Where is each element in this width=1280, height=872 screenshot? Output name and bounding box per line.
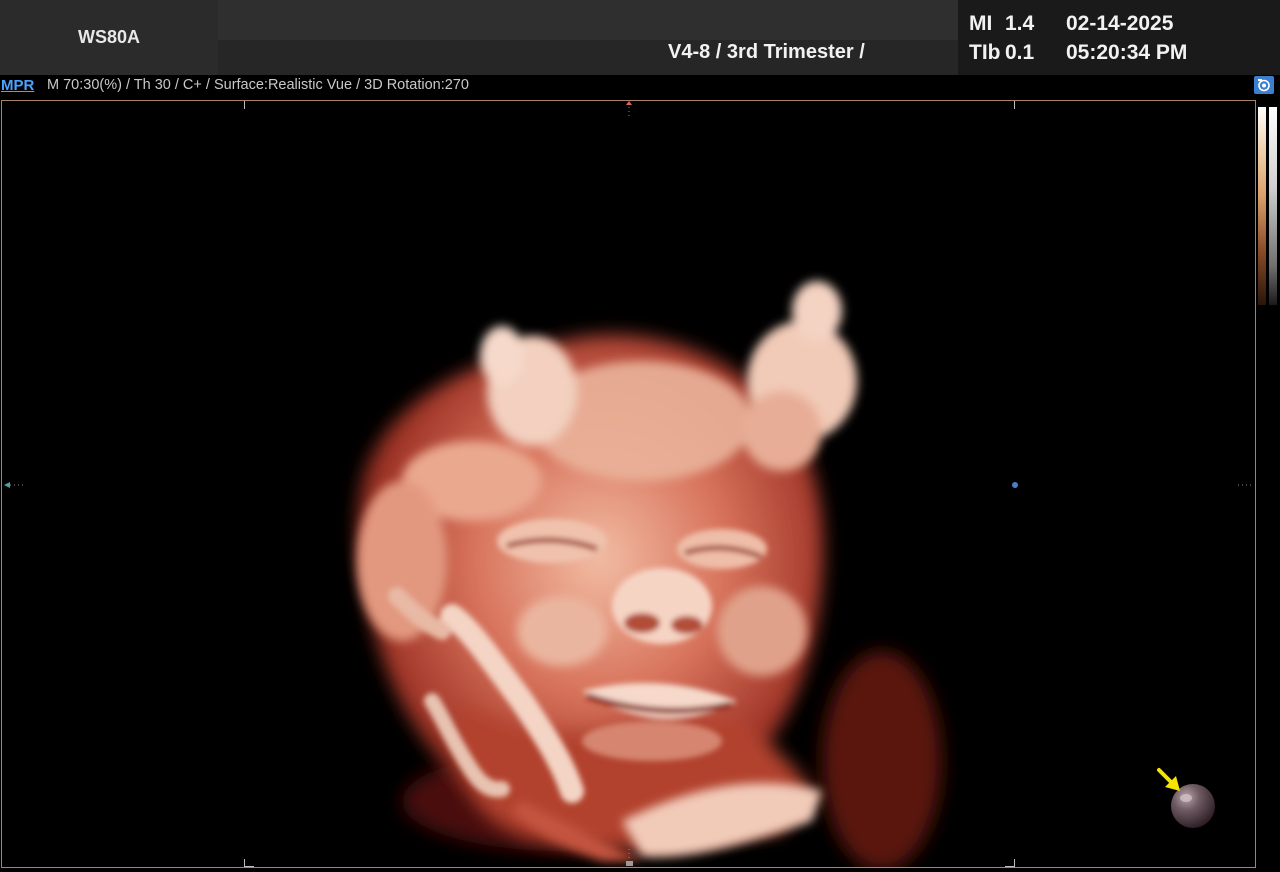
- header-center-strip: [218, 0, 958, 40]
- fetal-face-render: [4, 101, 1254, 867]
- orientation-ball-icon[interactable]: [1171, 784, 1215, 828]
- frame-corner-br: [1005, 866, 1015, 867]
- mi-label: MI: [969, 12, 993, 35]
- bottom-center-marker: [626, 861, 633, 866]
- frame-tick-tr: [1014, 101, 1015, 109]
- top-center-marker: [626, 101, 632, 105]
- 3d-render-viewport[interactable]: [1, 100, 1256, 868]
- system-model-box: WS80A: [0, 0, 218, 75]
- nose: [612, 568, 712, 644]
- frame-corner-bl: [244, 866, 254, 867]
- time-display: 05:20:34 PM: [1066, 41, 1188, 64]
- mpr-mode-link[interactable]: MPR: [1, 77, 34, 94]
- gray-scale-bar: [1269, 107, 1277, 305]
- left-side-marker: [4, 482, 10, 488]
- tib-value: 0.1: [1005, 41, 1035, 64]
- frame-tick-tl: [244, 101, 245, 109]
- mi-value: 1.4: [1005, 12, 1035, 35]
- camera-icon: [1258, 79, 1270, 92]
- frame-tick-br: [1014, 859, 1015, 867]
- system-model-label: WS80A: [77, 27, 140, 47]
- render-params-text: M 70:30(%) / Th 30 / C+ / Surface:Realis…: [47, 77, 469, 93]
- date-display: 02-14-2025: [1066, 12, 1174, 35]
- tib-label: TIb: [969, 41, 1001, 64]
- rotation-center-dot[interactable]: [1012, 482, 1018, 488]
- arrow-icon: [1157, 768, 1180, 791]
- camera-button[interactable]: [1254, 76, 1274, 94]
- probe-preset-label: V4-8 / 3rd Trimester /: [668, 41, 865, 63]
- tint-color-bar: [1258, 107, 1266, 305]
- header-bar: WS80A V4-8 / 3rd Trimester / MI 1.4 TIb …: [0, 0, 1280, 75]
- frame-tick-bl: [244, 859, 245, 867]
